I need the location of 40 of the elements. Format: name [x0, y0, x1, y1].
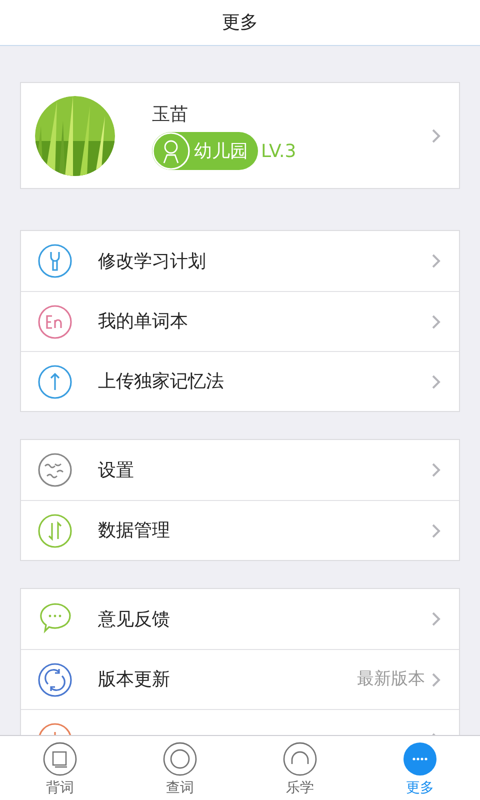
refresh-icon — [37, 662, 73, 698]
menu-item-label: 设置 — [98, 458, 135, 482]
chevron-right-icon — [431, 374, 441, 390]
level-label: LV.3 — [261, 140, 296, 164]
menu-item[interactable]: 修改学习计划 — [21, 231, 459, 291]
chevron-right-icon — [431, 522, 441, 538]
menu-item[interactable]: 我的单词本 — [21, 291, 459, 351]
book-icon — [43, 742, 77, 776]
page-title: 更多 — [222, 11, 258, 35]
search-icon — [163, 742, 197, 776]
menu-item[interactable]: 版本更新 最新版本 — [21, 649, 459, 709]
profile-card[interactable]: 玉苗 幼儿园 LV.3 — [20, 82, 460, 189]
rank-label: 幼儿园 — [194, 140, 248, 164]
tab[interactable]: 查词 — [120, 736, 240, 800]
chevron-right-icon — [431, 462, 441, 478]
menu-item-label: 数据管理 — [98, 519, 171, 543]
version-status: 最新版本 — [357, 668, 425, 691]
tab[interactable]: 乐学 — [240, 736, 360, 800]
menu-item-label: 版本更新 — [98, 668, 171, 692]
menu-item[interactable]: 上传独家记忆法 — [21, 351, 459, 411]
menu-item-label: 修改学习计划 — [98, 250, 207, 274]
chevron-right-icon — [431, 611, 441, 627]
menu-item[interactable]: 数据管理 — [21, 500, 459, 560]
chevron-right-icon — [431, 128, 441, 144]
tab[interactable]: 背词 — [0, 736, 120, 800]
sort-icon — [37, 512, 73, 548]
menu-item[interactable]: 设置 — [21, 440, 459, 500]
chevron-right-icon — [431, 672, 441, 688]
more-icon — [403, 742, 437, 776]
child-icon — [152, 132, 190, 170]
menu-item-label: 我的单词本 — [98, 310, 189, 334]
menu-item-label: 上传独家记忆法 — [98, 370, 225, 394]
chevron-right-icon — [431, 314, 441, 330]
en-icon — [37, 304, 73, 340]
menu-item-label: 意见反馈 — [98, 608, 171, 632]
menu-item[interactable]: 意见反馈 — [21, 589, 459, 649]
wrench-icon — [37, 243, 73, 279]
chevron-right-icon — [431, 253, 441, 269]
user-name: 玉苗 — [152, 103, 189, 127]
headphones-icon — [283, 742, 317, 776]
